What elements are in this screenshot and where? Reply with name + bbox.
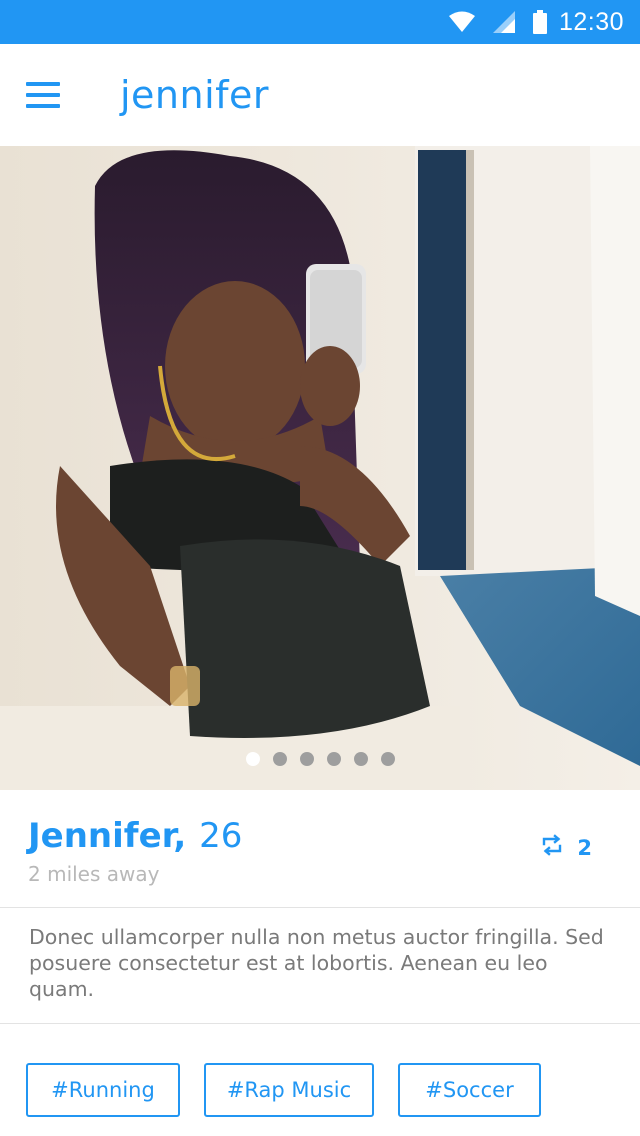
share-button[interactable]: 2 [541, 834, 592, 861]
profile-distance: 2 miles away [28, 862, 160, 886]
page-title: jennifer [120, 73, 270, 117]
profile-bio: Donec ullamcorper nulla non metus auctor… [0, 908, 640, 1024]
tag-rap-music[interactable]: #Rap Music [204, 1063, 374, 1117]
cell-signal-icon [492, 11, 515, 33]
profile-photo[interactable] [0, 146, 640, 790]
share-count: 2 [577, 835, 592, 860]
profile-info: Jennifer, 26 2 miles away 2 [0, 790, 640, 908]
repeat-share-icon [541, 834, 563, 861]
pager-dot-5[interactable] [353, 752, 368, 766]
status-bar: 12:30 [0, 0, 640, 44]
pager-dot-3[interactable] [299, 752, 314, 766]
photo-pager [0, 752, 640, 766]
wifi-icon [448, 11, 475, 33]
tag-soccer[interactable]: #Soccer [398, 1063, 541, 1117]
profile-photo-illustration [0, 146, 640, 790]
pager-dot-2[interactable] [272, 752, 287, 766]
battery-icon [532, 10, 547, 34]
hamburger-menu-icon[interactable] [26, 70, 76, 120]
status-time: 12:30 [558, 7, 624, 36]
profile-age: 26 [199, 816, 243, 856]
app-bar: jennifer [0, 44, 640, 146]
pager-dot-1[interactable] [245, 752, 260, 766]
profile-name-line: Jennifer, 26 [28, 816, 242, 856]
pager-dot-6[interactable] [380, 752, 395, 766]
pager-dot-4[interactable] [326, 752, 341, 766]
interest-tags: #Running #Rap Music #Soccer [26, 1063, 541, 1117]
tag-running[interactable]: #Running [26, 1063, 180, 1117]
profile-name: Jennifer, [28, 816, 187, 856]
